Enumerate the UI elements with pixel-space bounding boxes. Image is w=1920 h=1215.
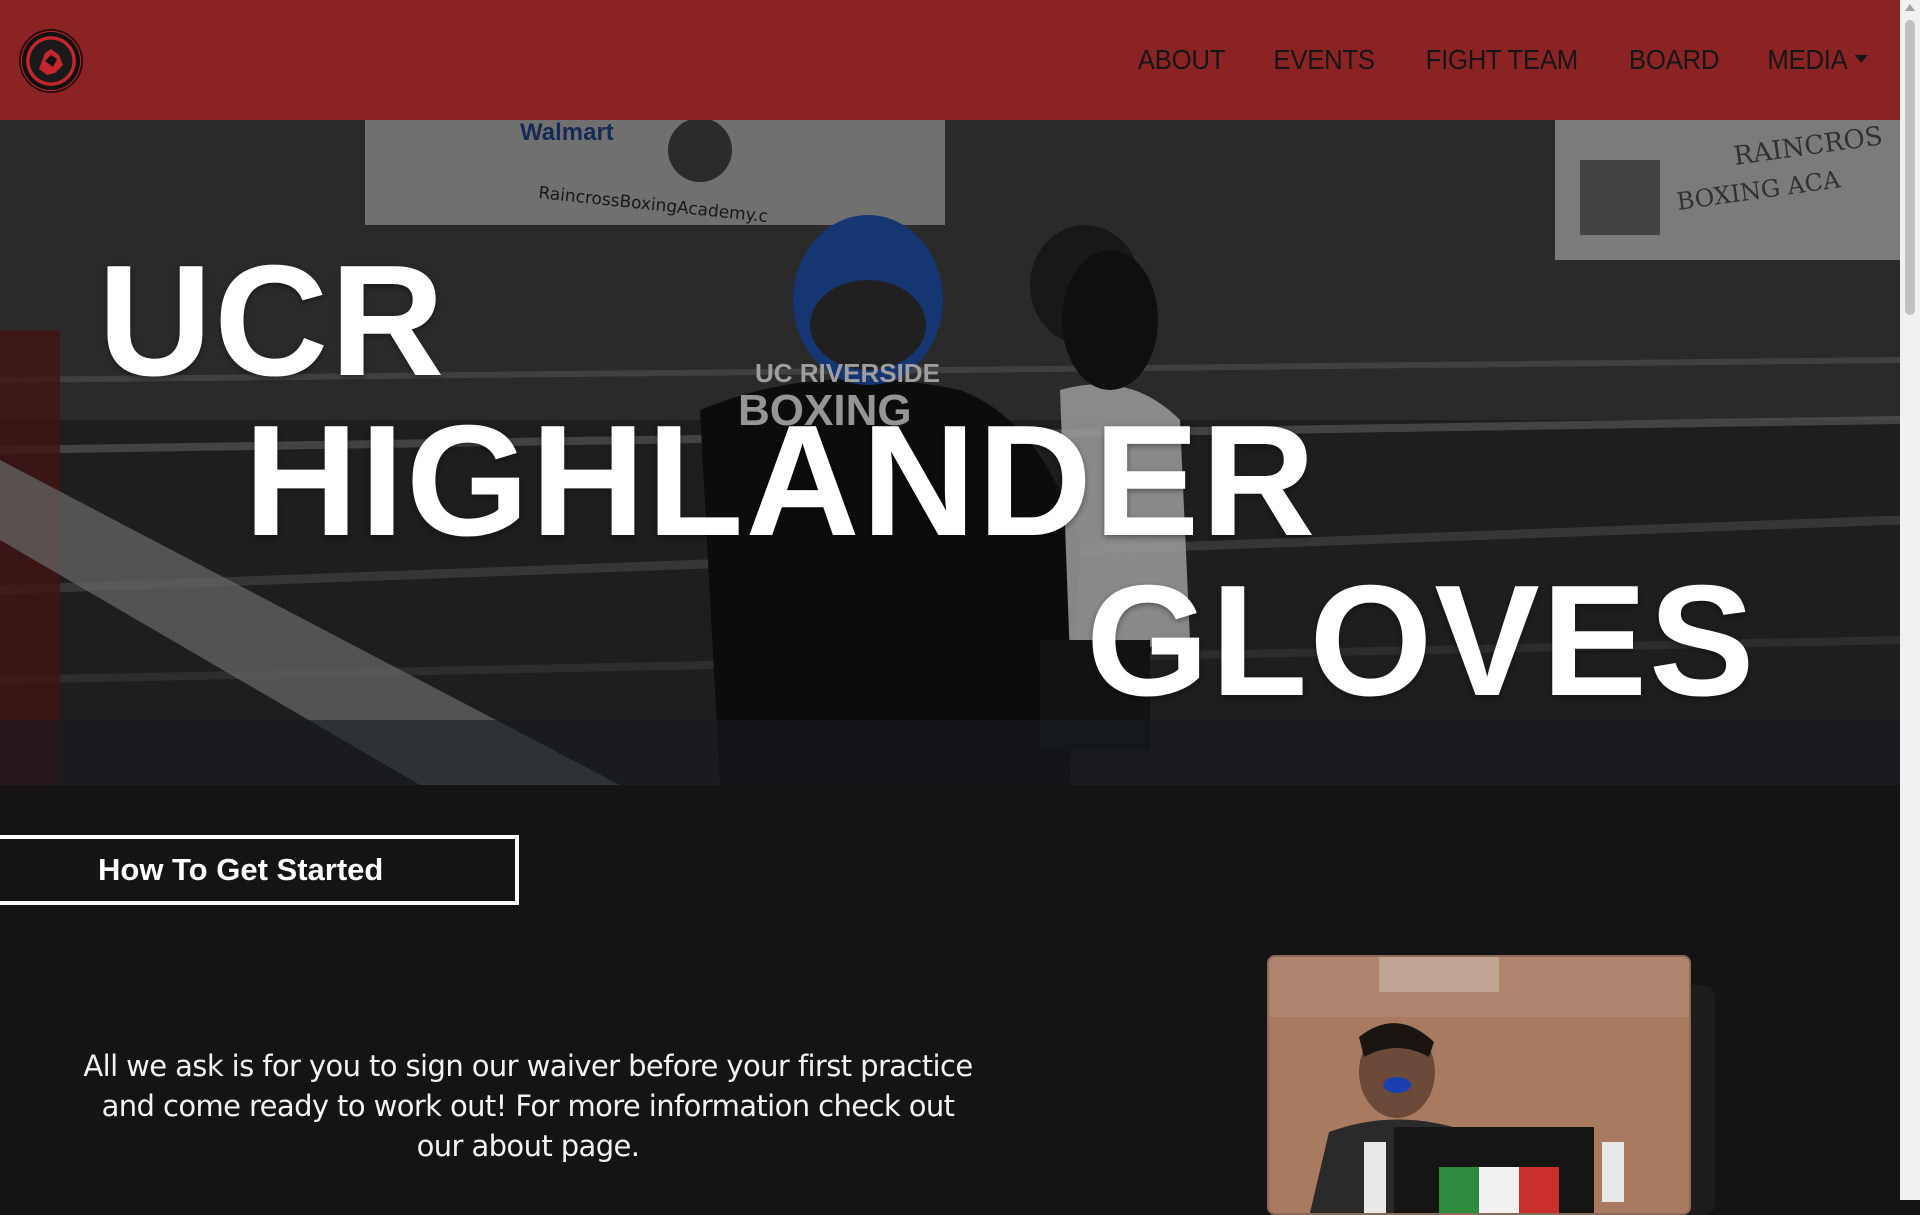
hero-title-gloves: GLOVES [1086, 553, 1757, 729]
caret-down-icon [1854, 54, 1868, 63]
hero-title-ucr: UCR [98, 233, 447, 409]
scroll-up-arrow-icon[interactable] [1905, 4, 1915, 11]
top-navbar: ABOUT EVENTS FIGHT TEAM BOARD MEDIA [0, 0, 1900, 120]
nav-links: ABOUT EVENTS FIGHT TEAM BOARD MEDIA [1134, 0, 1872, 120]
nav-board-link[interactable]: BOARD [1629, 44, 1720, 76]
getting-started-text: All we ask is for you to sign our waiver… [83, 1049, 973, 1163]
nav-media-label: MEDIA [1767, 44, 1848, 75]
boxer-photo-card [1267, 955, 1691, 1215]
boxer-photo [1269, 957, 1689, 1213]
hero-title-highlander: HIGHLANDER [244, 393, 1318, 569]
nav-fight-team-link[interactable]: FIGHT TEAM [1426, 44, 1579, 76]
nav-events-link[interactable]: EVENTS [1273, 44, 1375, 76]
nav-media-dropdown[interactable]: MEDIA [1767, 44, 1868, 76]
how-to-get-started-button[interactable]: How To Get Started [0, 835, 519, 905]
nav-about-link[interactable]: ABOUT [1138, 44, 1226, 76]
hero-banner: Walmart RaincrossBoxingAcademy.c RAINCRO… [0, 120, 1900, 785]
scrollbar-thumb[interactable] [1905, 20, 1915, 315]
highlander-gloves-logo-icon[interactable] [19, 29, 83, 93]
page-scrollbar[interactable] [1900, 0, 1920, 1200]
